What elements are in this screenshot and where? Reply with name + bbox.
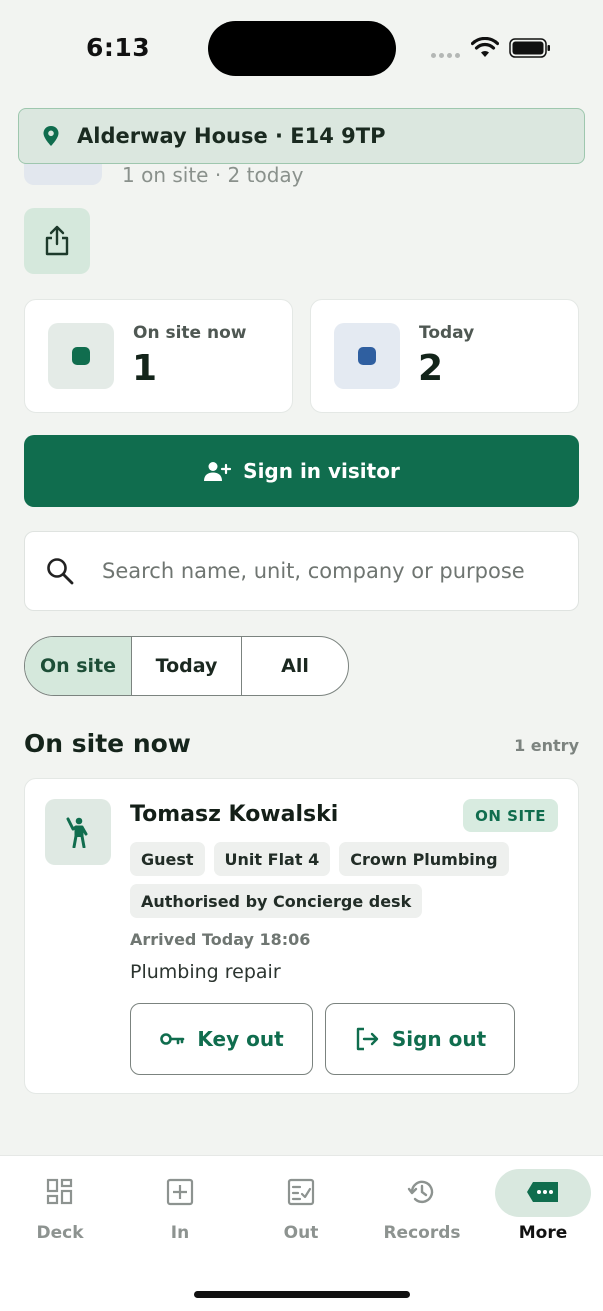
stat-icon-on-site bbox=[48, 323, 114, 389]
filter-segmented-control: On site Today All bbox=[24, 636, 349, 696]
battery-icon bbox=[509, 38, 550, 58]
tab-more[interactable]: More bbox=[483, 1167, 603, 1247]
search-icon bbox=[47, 558, 74, 585]
cellular-signal-icon bbox=[431, 53, 460, 58]
history-icon bbox=[407, 1180, 434, 1204]
visitor-type-tag: Guest bbox=[130, 842, 205, 876]
stat-card-today[interactable]: Today 2 bbox=[310, 299, 579, 413]
key-icon bbox=[160, 1033, 185, 1045]
more-icon bbox=[527, 1182, 558, 1202]
visitor-tags: Guest Unit Flat 4 Crown Plumbing bbox=[130, 842, 509, 876]
sign-out-icon bbox=[356, 1027, 379, 1051]
stat-value: 2 bbox=[418, 348, 444, 389]
tab-in[interactable]: In bbox=[120, 1167, 240, 1247]
sign-out-button[interactable]: Sign out bbox=[325, 1003, 515, 1075]
filter-today[interactable]: Today bbox=[132, 637, 242, 695]
section-title: On site now bbox=[24, 729, 191, 758]
location-title: Alderway House · E14 9TP bbox=[77, 124, 386, 148]
key-out-button[interactable]: Key out bbox=[130, 1003, 313, 1075]
status-time: 6:13 bbox=[86, 33, 151, 62]
tab-out[interactable]: Out bbox=[241, 1167, 361, 1247]
share-icon bbox=[45, 225, 69, 256]
stat-card-on-site[interactable]: On site now 1 bbox=[24, 299, 293, 413]
company-tag: Crown Plumbing bbox=[339, 842, 509, 876]
sign-out-label: Sign out bbox=[391, 1027, 487, 1051]
tab-deck[interactable]: Deck bbox=[0, 1167, 120, 1247]
grid-icon bbox=[46, 1178, 73, 1205]
wifi-icon bbox=[471, 37, 499, 57]
plus-square-icon bbox=[166, 1178, 194, 1206]
arrival-time: Arrived Today 18:06 bbox=[130, 930, 311, 949]
authorised-tag: Authorised by Concierge desk bbox=[130, 884, 423, 918]
stat-icon-today bbox=[334, 323, 400, 389]
visitor-authorisation: Authorised by Concierge desk bbox=[130, 884, 423, 918]
location-header[interactable]: Alderway House · E14 9TP bbox=[18, 108, 585, 164]
status-badge: ON SITE bbox=[463, 799, 558, 832]
add-person-icon bbox=[204, 462, 232, 481]
unit-tag: Unit Flat 4 bbox=[213, 842, 331, 876]
filter-all[interactable]: All bbox=[242, 637, 348, 695]
tab-label: In bbox=[170, 1223, 190, 1243]
location-pin-icon bbox=[43, 126, 59, 146]
visitor-card[interactable]: Tomasz Kowalski ON SITE Guest Unit Flat … bbox=[24, 778, 579, 1094]
site-summary: 1 on site · 2 today bbox=[122, 163, 304, 187]
search-bar[interactable] bbox=[24, 531, 579, 611]
filter-on-site[interactable]: On site bbox=[25, 637, 132, 695]
visit-purpose: Plumbing repair bbox=[130, 961, 281, 983]
sign-in-visitor-button[interactable]: Sign in visitor bbox=[24, 435, 579, 507]
stat-value: 1 bbox=[132, 348, 158, 389]
visitor-name: Tomasz Kowalski bbox=[130, 802, 339, 827]
key-out-label: Key out bbox=[197, 1027, 284, 1051]
tab-label: Records bbox=[383, 1223, 461, 1243]
sign-in-visitor-label: Sign in visitor bbox=[243, 459, 400, 483]
dynamic-island bbox=[208, 21, 396, 76]
tab-label: More bbox=[518, 1223, 568, 1243]
search-input[interactable] bbox=[102, 559, 542, 583]
home-indicator bbox=[194, 1291, 410, 1298]
person-waving-icon bbox=[66, 817, 88, 848]
tab-label: Out bbox=[283, 1223, 319, 1243]
checklist-icon bbox=[287, 1178, 315, 1206]
tab-label: Deck bbox=[36, 1223, 84, 1243]
visitor-avatar bbox=[45, 799, 111, 865]
stat-label: Today bbox=[419, 323, 475, 343]
stat-label: On site now bbox=[133, 323, 247, 343]
entry-count: 1 entry bbox=[514, 736, 579, 755]
tab-records[interactable]: Records bbox=[362, 1167, 482, 1247]
share-button[interactable] bbox=[24, 208, 90, 274]
